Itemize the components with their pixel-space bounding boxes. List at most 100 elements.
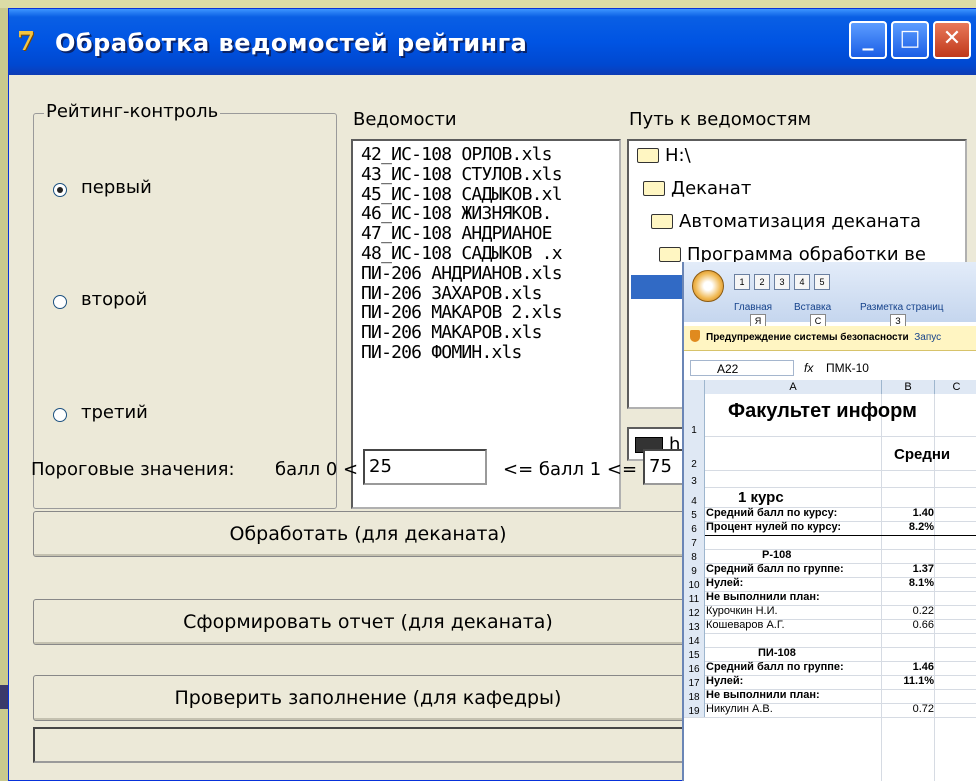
cell-a[interactable]: Никулин А.В. xyxy=(706,703,773,715)
row-number[interactable]: 4 xyxy=(684,487,705,507)
progress-bar xyxy=(33,727,703,763)
column-header-b[interactable]: B xyxy=(882,380,935,394)
cell-a[interactable]: Средний балл по группе: xyxy=(706,661,844,673)
quick-access-5[interactable]: 5 xyxy=(814,274,830,290)
tree-node-label: Автоматизация деканата xyxy=(679,211,922,232)
row-number[interactable]: 7 xyxy=(684,535,705,549)
quick-access-4[interactable]: 4 xyxy=(794,274,810,290)
quick-access-redo[interactable]: 3 xyxy=(774,274,790,290)
path-label: Путь к ведомостям xyxy=(629,109,812,130)
row-number[interactable]: 1 xyxy=(684,394,705,436)
row-number[interactable]: 12 xyxy=(684,605,705,619)
check-button[interactable]: Проверить заполнение (для кафедры) xyxy=(33,675,703,721)
excel-window[interactable]: 1 2 3 4 5 Главная Вставка Разметка стран… xyxy=(682,262,976,781)
row-number[interactable]: 11 xyxy=(684,591,705,605)
row-number[interactable]: 9 xyxy=(684,563,705,577)
tab-home[interactable]: Главная xyxy=(734,302,772,313)
cell-a[interactable]: Не выполнили план: xyxy=(706,689,820,701)
report-button[interactable]: Сформировать отчет (для деканата) xyxy=(33,599,703,645)
row-number[interactable]: 13 xyxy=(684,619,705,633)
office-button-icon[interactable] xyxy=(692,270,724,302)
threshold-b0-input[interactable]: 25 xyxy=(363,449,487,485)
quick-access-save[interactable]: 1 xyxy=(734,274,750,290)
row-number[interactable]: 17 xyxy=(684,675,705,689)
table-row: 4 1 курс xyxy=(684,487,976,508)
tree-node[interactable]: Автоматизация деканата xyxy=(651,211,921,232)
run-link[interactable]: Запус xyxy=(914,332,941,343)
cell-a[interactable]: Нулей: xyxy=(706,577,743,589)
tab-page-layout[interactable]: Разметка страниц xyxy=(860,302,944,313)
table-row: 12 Курочкин Н.И. 0.22 xyxy=(684,605,976,620)
tree-node[interactable]: Деканат xyxy=(643,178,751,199)
cell-b[interactable]: 1.37 xyxy=(882,563,934,575)
maximize-button[interactable]: □ xyxy=(891,21,929,59)
cell-a[interactable]: Не выполнили план: xyxy=(706,591,820,603)
cell-b[interactable]: 0.22 xyxy=(882,605,934,617)
quick-access-undo[interactable]: 2 xyxy=(754,274,770,290)
radio-first-label[interactable]: первый xyxy=(81,177,152,198)
table-row: 7 xyxy=(684,535,976,550)
close-button[interactable]: ✕ xyxy=(933,21,971,59)
formula-input[interactable]: ПМК-10 xyxy=(826,361,869,375)
table-row: 3 xyxy=(684,470,976,488)
cell-a[interactable]: Средний балл по группе: xyxy=(706,563,844,575)
tree-node[interactable]: H:\ xyxy=(637,145,691,166)
select-all-corner[interactable] xyxy=(684,380,705,394)
cell-b[interactable]: 1.40 xyxy=(882,507,934,519)
row-number[interactable]: 3 xyxy=(684,470,705,487)
sheets-label: Ведомости xyxy=(353,109,457,130)
process-button[interactable]: Обработать (для деканата) xyxy=(33,511,703,557)
cell-b[interactable]: 1.46 xyxy=(882,661,934,673)
list-item[interactable]: 46_ИС-108 ЖИЗНЯКОВ. xyxy=(353,204,619,224)
table-row: 15 ПИ-108 xyxy=(684,647,976,662)
fx-icon: fx xyxy=(804,361,814,375)
column-header-a[interactable]: A xyxy=(705,380,882,394)
cell-a[interactable]: Процент нулей по курсу: xyxy=(706,521,841,533)
folder-open-icon xyxy=(643,181,665,196)
list-item[interactable]: ПИ-206 АНДРИАНОВ.xls xyxy=(353,263,619,284)
cell-b[interactable]: 0.72 xyxy=(882,703,934,715)
cell-b[interactable]: 0.66 xyxy=(882,619,934,631)
cell-a[interactable]: Р-108 xyxy=(762,549,791,561)
row-number[interactable]: 15 xyxy=(684,647,705,661)
row-number[interactable]: 19 xyxy=(684,703,705,717)
row-number[interactable]: 2 xyxy=(684,436,705,470)
tab-insert[interactable]: Вставка xyxy=(794,302,831,313)
list-item[interactable]: ПИ-206 ФОМИН.xls xyxy=(353,343,619,363)
list-item[interactable]: ПИ-206 ЗАХАРОВ.xls xyxy=(353,283,619,304)
row-number[interactable]: 18 xyxy=(684,689,705,703)
cell-b[interactable]: 11.1% xyxy=(882,675,934,687)
cell-a[interactable]: ПИ-108 xyxy=(758,647,796,659)
list-item[interactable]: 48_ИС-108 САДЫКОВ .x xyxy=(353,244,619,264)
table-row: 9 Средний балл по группе: 1.37 xyxy=(684,563,976,578)
cell-b[interactable]: 8.1% xyxy=(882,577,934,589)
row-number[interactable]: 6 xyxy=(684,521,705,535)
radio-second[interactable] xyxy=(53,295,67,309)
cell-a[interactable]: Средний балл по курсу: xyxy=(706,507,837,519)
row-number[interactable]: 8 xyxy=(684,549,705,563)
cell-a[interactable]: Нулей: xyxy=(706,675,743,687)
cell-a[interactable]: Курочкин Н.И. xyxy=(706,605,778,617)
radio-second-label[interactable]: второй xyxy=(81,289,147,310)
name-box[interactable]: A22 xyxy=(690,360,794,376)
column-header-c[interactable]: C xyxy=(935,380,976,394)
row-number[interactable]: 16 xyxy=(684,661,705,675)
list-item[interactable]: ПИ-206 МАКАРОВ.xls xyxy=(353,323,619,343)
cell-b[interactable]: 8.2% xyxy=(882,521,934,533)
row-number[interactable]: 14 xyxy=(684,633,705,647)
cell-a[interactable]: Кошеваров А.Г. xyxy=(706,619,785,631)
list-item[interactable]: 47_ИС-108 АНДРИАНОЕ xyxy=(353,224,619,244)
radio-first[interactable] xyxy=(53,183,67,197)
row-number[interactable]: 5 xyxy=(684,507,705,521)
radio-third[interactable] xyxy=(53,408,67,422)
title-bar[interactable]: 7 Обработка ведомостей рейтинга _ □ ✕ xyxy=(9,9,976,75)
row-number[interactable]: 10 xyxy=(684,577,705,591)
threshold-b0-label: балл 0 < xyxy=(275,459,359,480)
cell-a[interactable]: 1 курс xyxy=(738,489,784,506)
list-item[interactable]: 42_ИС-108 ОРЛОВ.xls xyxy=(353,145,619,165)
list-item[interactable]: 45_ИС-108 САДЫКОВ.xl xyxy=(353,184,619,205)
radio-third-label[interactable]: третий xyxy=(81,402,148,423)
minimize-button[interactable]: _ xyxy=(849,21,887,59)
list-item[interactable]: ПИ-206 МАКАРОВ 2.xls xyxy=(353,303,619,323)
list-item[interactable]: 43_ИС-108 СТУЛОВ.xls xyxy=(353,164,619,185)
